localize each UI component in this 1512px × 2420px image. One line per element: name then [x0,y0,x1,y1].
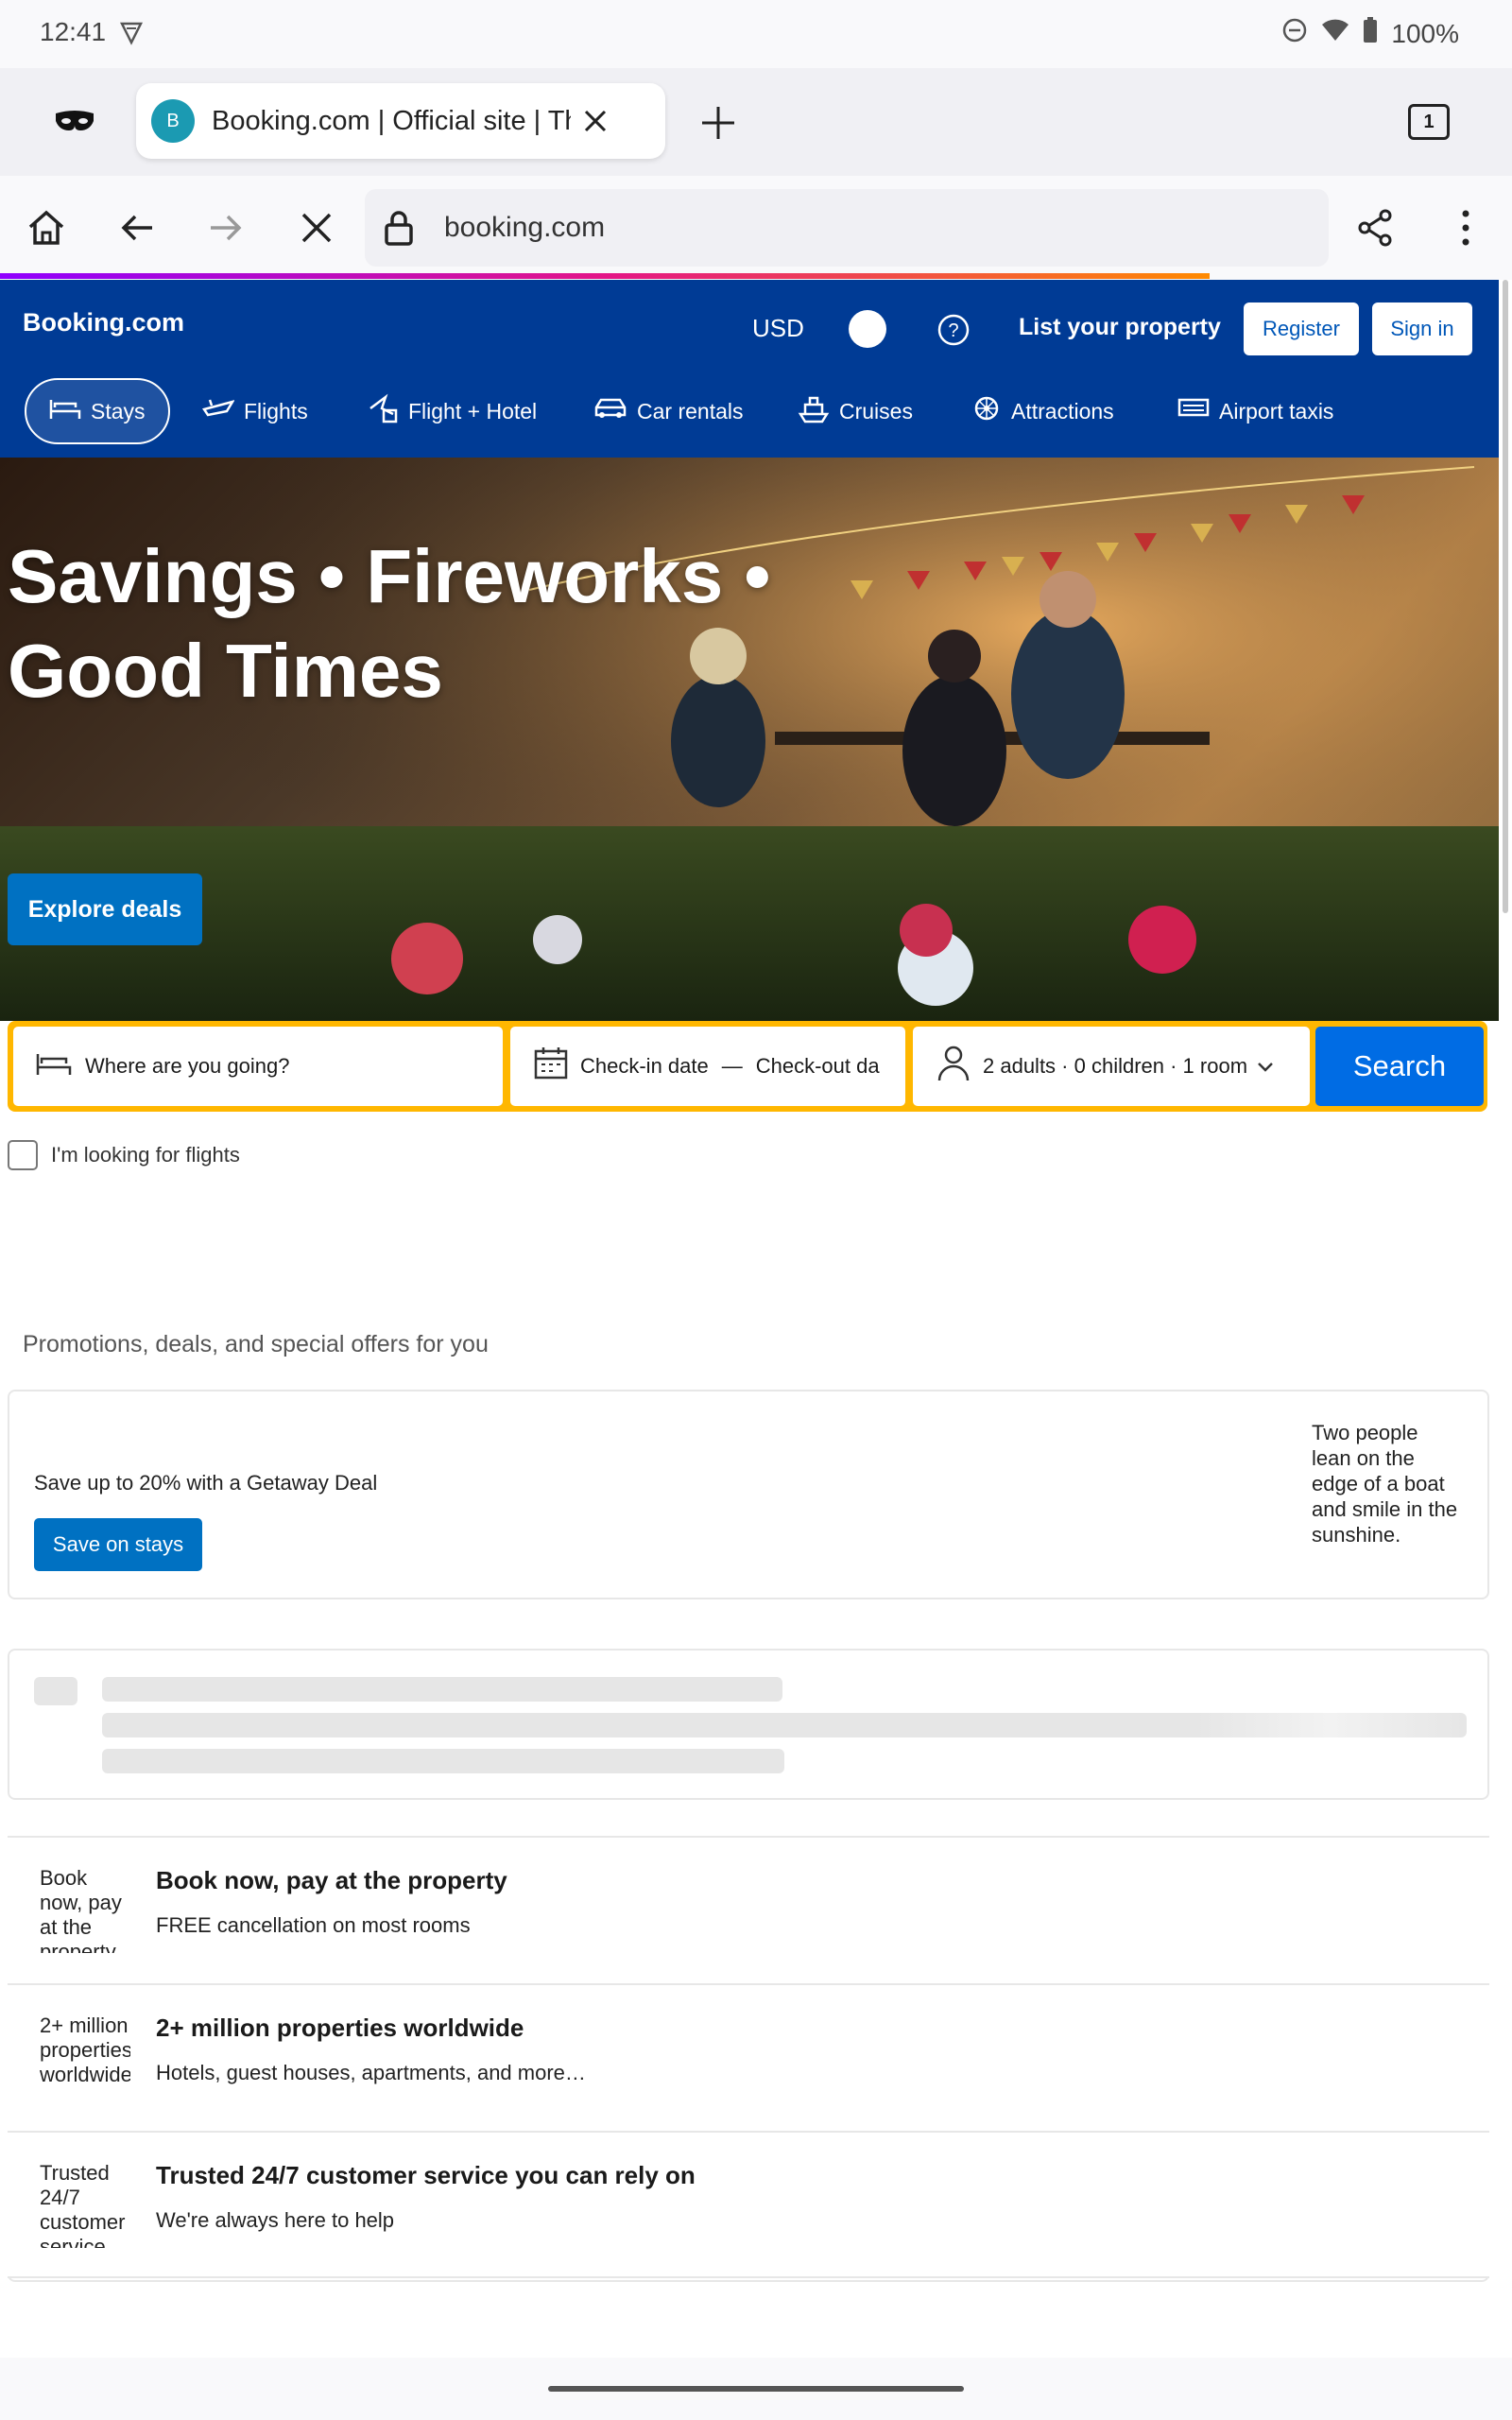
register-button[interactable]: Register [1244,302,1359,355]
nav-car-rentals[interactable]: Car rentals [593,378,743,444]
nav-label: Stays [91,398,146,424]
nav-label: Airport taxis [1219,398,1334,424]
checkin-date[interactable]: Check-in date [580,1054,709,1079]
svg-text:?: ? [948,320,958,341]
page-scrollbar[interactable] [1503,280,1508,913]
help-icon[interactable]: ? [934,310,973,350]
checkout-date[interactable]: Check-out da [756,1054,880,1079]
lock-icon[interactable] [380,207,418,249]
sign-in-button[interactable]: Sign in [1372,302,1472,355]
explore-deals-button[interactable]: Explore deals [8,873,202,945]
search-button[interactable]: Search [1315,1027,1484,1106]
destination-field[interactable]: Where are you going? [13,1027,503,1106]
dnd-icon [1281,17,1308,50]
save-on-stays-button[interactable]: Save on stays [34,1518,202,1571]
nav-label: Attractions [1011,398,1114,424]
private-mode-mask-icon[interactable] [51,102,98,140]
battery-percent: 100% [1391,18,1459,48]
benefit-subtitle: FREE cancellation on most rooms [156,1913,471,1937]
benefit-image-alt: Trusted 24/7 customer service [40,2161,126,2248]
battery-icon [1363,17,1378,50]
bed-icon [49,396,81,426]
nav-label: Car rentals [637,398,744,424]
skeleton-line [102,1749,784,1773]
booking-logo[interactable]: Booking.com [23,308,184,337]
status-time: 12:41 [40,17,107,46]
destination-placeholder: Where are you going? [85,1054,290,1078]
vpn-shield-icon [117,19,146,52]
attractions-icon [971,393,1002,429]
tab-favicon: B [151,99,195,143]
share-icon[interactable] [1351,204,1399,251]
flights-checkbox-row[interactable]: I'm looking for flights [8,1140,240,1170]
chevron-down-icon [1257,1054,1274,1079]
guests-summary: 2 adults · 0 children · 1 room [983,1054,1248,1078]
benefit-image-alt: 2+ million properties worldwide [40,2014,130,2086]
ship-icon [798,393,830,429]
benefit-subtitle: Hotels, guest houses, apartments, and mo… [156,2061,586,2084]
date-separator: — [721,1054,743,1078]
list-property-link[interactable]: List your property [1019,314,1221,341]
benefit-title: Trusted 24/7 customer service you can re… [156,2161,696,2189]
flights-checkbox-label: I'm looking for flights [51,1143,240,1167]
date-field[interactable]: Check-in date — Check-out da [510,1027,905,1106]
person-icon [937,1045,970,1088]
tab-title: Booking.com | Official site | Th [212,105,571,136]
tab-count-button[interactable]: 1 [1408,104,1450,140]
language-selector[interactable] [849,310,886,348]
new-tab-icon[interactable] [696,100,741,146]
gesture-handle[interactable] [548,2386,964,2392]
hero-title-line2: Good Times [8,629,443,713]
nav-flight-hotel[interactable]: Flight + Hotel [367,378,537,444]
promotion-image: Two people lean on the edge of a boat an… [1312,1421,1458,1547]
benefit-item: Trusted 24/7 customer service Trusted 24… [8,2131,1489,2278]
url-text: booking.com [444,212,606,243]
flights-checkbox[interactable] [8,1140,38,1170]
taxi-icon [1177,396,1210,426]
loading-skeleton-card [8,1649,1489,1800]
skeleton-line [102,1713,1467,1737]
benefit-title: 2+ million properties worldwide [156,2014,524,2042]
nav-flights[interactable]: Flights [201,378,308,444]
nav-label: Flight + Hotel [408,398,538,424]
plane-icon [201,396,235,426]
promotion-text: Save up to 20% with a Getaway Deal [34,1471,378,1495]
nav-cruises[interactable]: Cruises [798,378,913,444]
benefit-image-alt: Book now, pay at the property [40,1866,122,1953]
currency-selector[interactable]: USD [752,314,804,343]
more-options-icon[interactable] [1442,204,1489,251]
home-icon[interactable] [23,204,70,251]
calendar-icon [533,1046,569,1087]
hero-title-line1: Savings • Fireworks • [8,534,771,618]
forward-arrow-icon[interactable] [202,204,249,251]
skeleton-line [102,1677,782,1702]
benefit-title: Book now, pay at the property [156,1866,507,1894]
benefit-subtitle: We're always here to help [156,2208,395,2232]
stop-loading-icon[interactable] [293,204,340,251]
guests-field[interactable]: 2 adults · 0 children · 1 room [913,1027,1310,1106]
nav-stays[interactable]: Stays [25,378,170,444]
bed-icon [36,1050,72,1082]
hero-title: Savings • Fireworks • Good Times [8,529,770,718]
benefit-item: 2+ million properties worldwide 2+ milli… [8,1983,1489,2131]
promotions-title: Promotions, deals, and special offers fo… [23,1331,489,1357]
address-bar[interactable]: booking.com [365,189,1329,267]
nav-label: Cruises [839,398,913,424]
nav-attractions[interactable]: Attractions [971,378,1114,444]
skeleton-thumb [34,1677,77,1705]
nav-airport-taxis[interactable]: Airport taxis [1177,378,1333,444]
flight-hotel-icon [367,393,399,429]
close-tab-icon[interactable] [576,102,614,140]
car-icon [593,396,627,426]
status-bar: 12:41 100% [0,0,1512,68]
benefit-item: Book now, pay at the property Book now, … [8,1836,1489,1983]
wifi-icon [1321,18,1349,49]
page-load-progress [0,273,1210,279]
back-arrow-icon[interactable] [113,204,161,251]
nav-label: Flights [244,398,308,424]
browser-tab[interactable]: B Booking.com | Official site | Th [136,83,665,159]
promotion-card: Save up to 20% with a Getaway Deal Save … [8,1390,1489,1599]
